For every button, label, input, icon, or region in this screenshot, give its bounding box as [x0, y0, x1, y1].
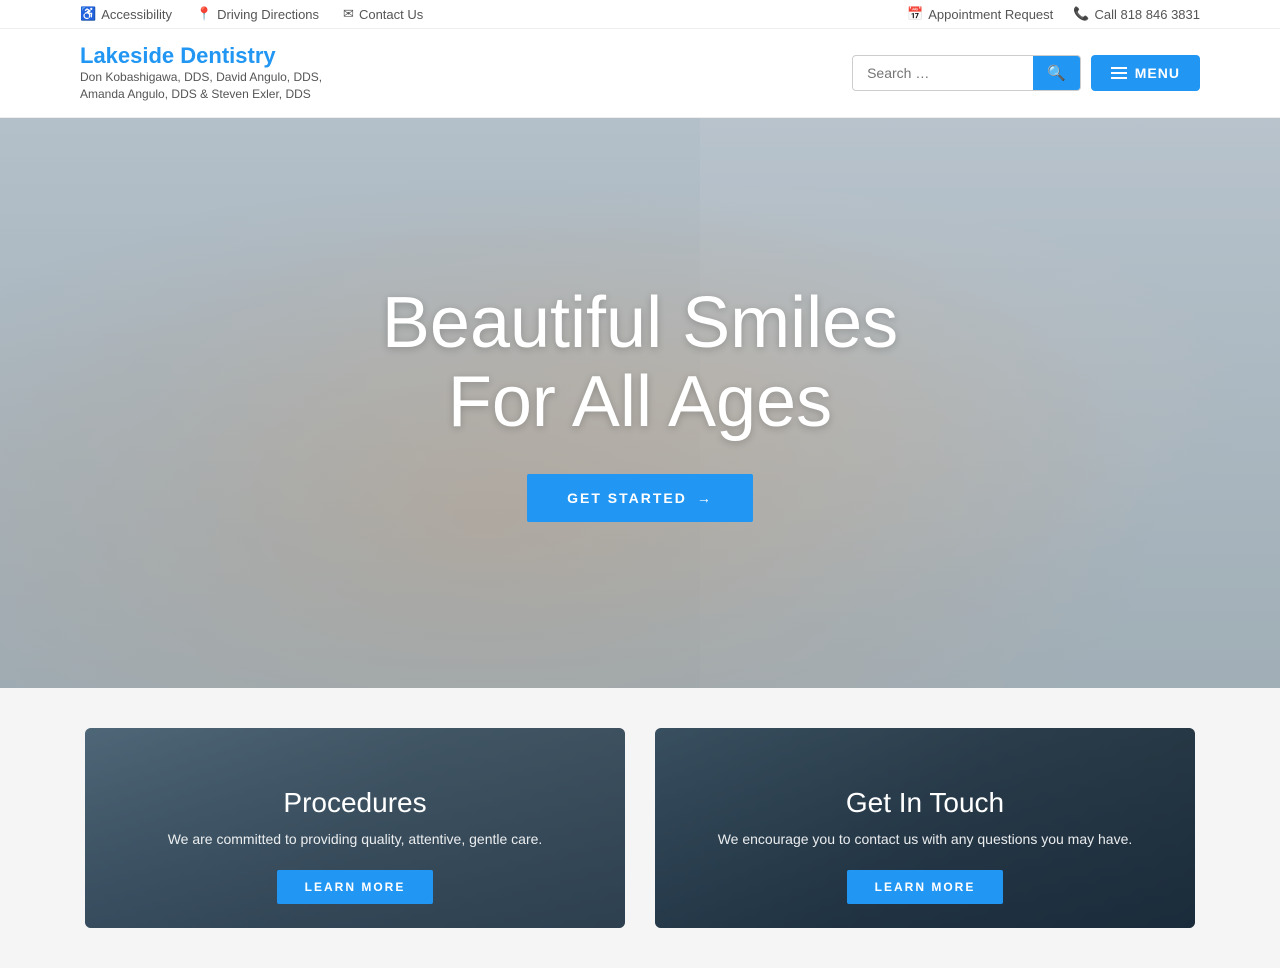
accessibility-label: Accessibility [101, 7, 172, 22]
logo-area: Lakeside Dentistry Don Kobashigawa, DDS,… [80, 43, 322, 103]
call-label: Call 818 846 3831 [1094, 7, 1200, 22]
procedures-card-text: We are committed to providing quality, a… [168, 829, 543, 850]
phone-icon: 📞 [1073, 6, 1089, 22]
top-bar: ♿ Accessibility 📍 Driving Directions ✉ C… [0, 0, 1280, 29]
get-started-label: GET STARTED [567, 490, 687, 506]
envelope-icon: ✉ [343, 6, 354, 22]
hero-title-line1: Beautiful Smiles [382, 283, 898, 363]
top-bar-left: ♿ Accessibility 📍 Driving Directions ✉ C… [80, 6, 423, 22]
nav-right: 🔍 MENU [852, 55, 1200, 91]
appointment-request-label: Appointment Request [928, 7, 1053, 22]
cards-section: Procedures We are committed to providing… [0, 688, 1280, 968]
arrow-icon: → [697, 490, 713, 506]
driving-directions-link[interactable]: 📍 Driving Directions [196, 6, 319, 22]
procedures-learn-more-button[interactable]: LEARN MORE [277, 870, 434, 904]
hero-section: Beautiful Smiles For All Ages GET STARTE… [0, 118, 1280, 688]
main-nav: Lakeside Dentistry Don Kobashigawa, DDS,… [0, 29, 1280, 118]
search-input[interactable] [853, 57, 1033, 89]
logo-subtitle-line2: Amanda Angulo, DDS & Steven Exler, DDS [80, 87, 311, 101]
menu-label: MENU [1135, 65, 1180, 81]
search-button[interactable]: 🔍 [1033, 56, 1080, 90]
procedures-card: Procedures We are committed to providing… [85, 728, 625, 928]
get-in-touch-card-title: Get In Touch [718, 787, 1133, 819]
get-started-button[interactable]: GET STARTED → [527, 474, 753, 522]
search-icon: 🔍 [1047, 65, 1066, 82]
get-in-touch-card-text: We encourage you to contact us with any … [718, 829, 1133, 850]
driving-directions-label: Driving Directions [217, 7, 319, 22]
top-bar-right: 📅 Appointment Request 📞 Call 818 846 383… [907, 6, 1200, 22]
call-link[interactable]: 📞 Call 818 846 3831 [1073, 6, 1200, 22]
appointment-request-link[interactable]: 📅 Appointment Request [907, 6, 1053, 22]
hamburger-icon [1111, 67, 1127, 79]
procedures-card-title: Procedures [168, 787, 543, 819]
accessibility-link[interactable]: ♿ Accessibility [80, 6, 172, 22]
get-in-touch-card: Get In Touch We encourage you to contact… [655, 728, 1195, 928]
hero-title-line2: For All Ages [448, 362, 832, 442]
procedures-card-content: Procedures We are committed to providing… [138, 787, 573, 904]
logo-title[interactable]: Lakeside Dentistry [80, 43, 322, 69]
get-in-touch-learn-more-button[interactable]: LEARN MORE [847, 870, 1004, 904]
accessibility-icon: ♿ [80, 6, 96, 22]
search-form: 🔍 [852, 55, 1081, 91]
hero-title: Beautiful Smiles For All Ages [382, 284, 898, 442]
get-in-touch-card-content: Get In Touch We encourage you to contact… [688, 787, 1163, 904]
logo-subtitle-line1: Don Kobashigawa, DDS, David Angulo, DDS, [80, 70, 322, 84]
menu-button[interactable]: MENU [1091, 55, 1200, 91]
location-icon: 📍 [196, 6, 212, 22]
logo-subtitle: Don Kobashigawa, DDS, David Angulo, DDS,… [80, 69, 322, 103]
hero-content: Beautiful Smiles For All Ages GET STARTE… [382, 284, 898, 522]
contact-us-link[interactable]: ✉ Contact Us [343, 6, 423, 22]
contact-us-label: Contact Us [359, 7, 423, 22]
calendar-icon: 📅 [907, 6, 923, 22]
